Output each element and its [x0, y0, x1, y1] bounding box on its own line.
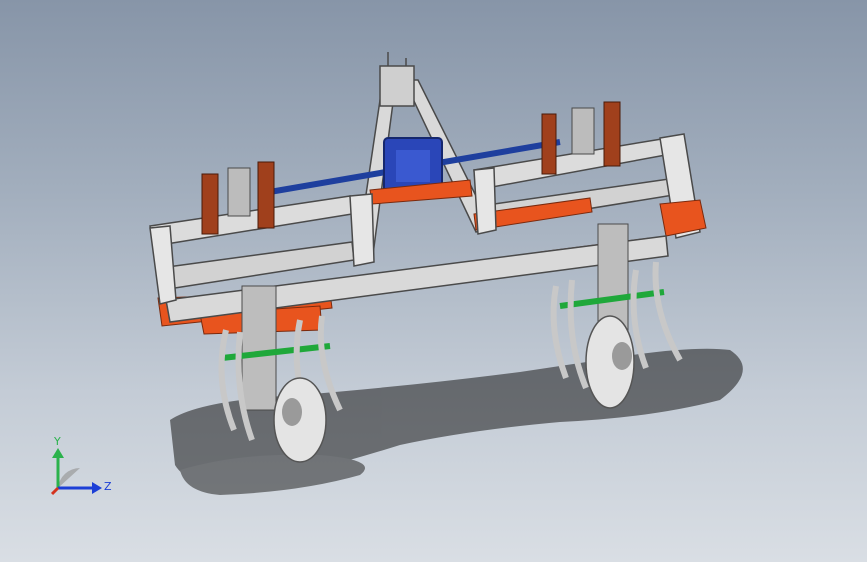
orientation-triad: Y Z — [38, 436, 118, 506]
z-axis-label: Z — [104, 480, 112, 493]
y-axis-label: Y — [54, 435, 61, 448]
triad-axes — [50, 448, 102, 496]
graphics-viewport[interactable]: Y Z — [0, 0, 867, 562]
cultivator-3d-model[interactable] — [0, 0, 867, 562]
